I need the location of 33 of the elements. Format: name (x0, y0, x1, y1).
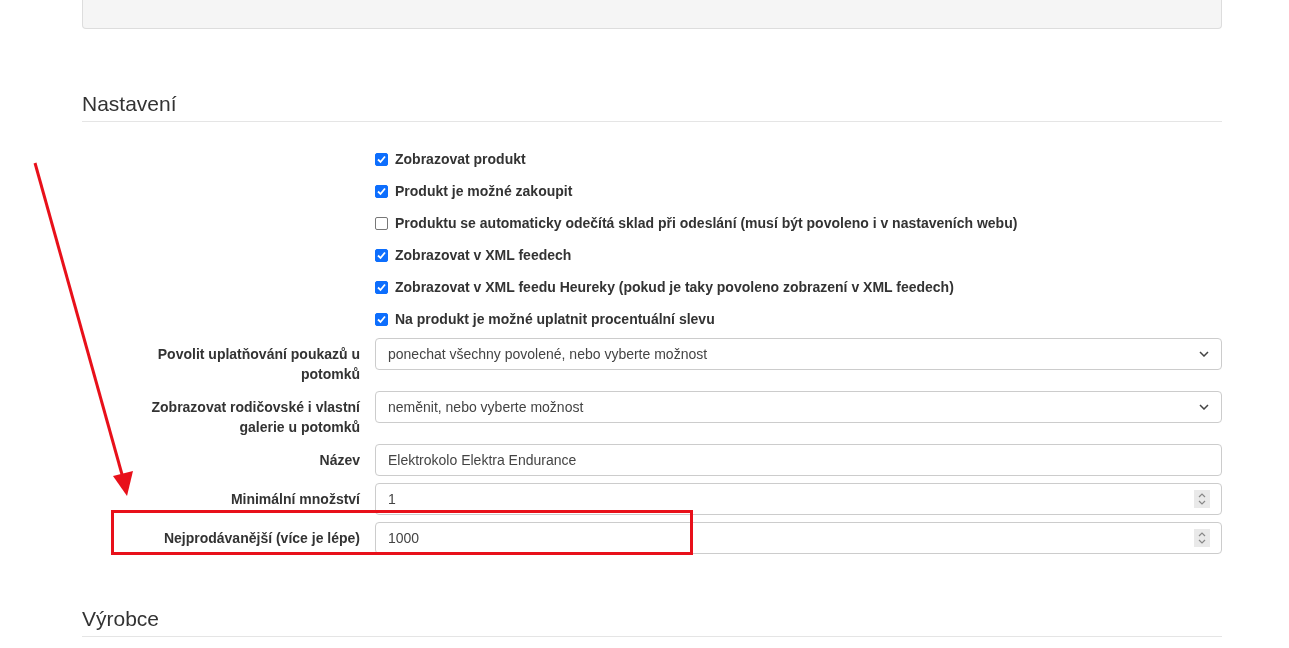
number-field[interactable]: 1 (375, 483, 1222, 515)
field-value: 1000 (388, 530, 420, 546)
field-value: neměnit, nebo vyberte možnost (388, 399, 584, 415)
checkbox-label[interactable]: Produktu se automaticky odečítá sklad při odeslání (musí být povoleno i v nastaveních webu) (395, 215, 1018, 231)
field-value: 1 (388, 491, 396, 507)
select-field[interactable]: neměnit, nebo vyberte možnost (375, 391, 1222, 423)
checkbox[interactable] (375, 248, 388, 262)
checkbox-label[interactable]: Zobrazovat v XML feedech (395, 247, 572, 263)
checkbox-label[interactable]: Produkt je možné zakoupit (395, 183, 573, 199)
section-heading: Nastavení (82, 91, 1222, 122)
checkbox[interactable] (375, 280, 388, 294)
checkbox[interactable] (375, 184, 388, 198)
checkbox-label[interactable]: Zobrazovat v XML feedu Heureky (pokud je taky povoleno zobrazení v XML feedech) (395, 279, 954, 295)
checkbox-label[interactable]: Na produkt je možné uplatnit procentuální slevu (395, 311, 715, 327)
spinner-icon[interactable] (1194, 529, 1210, 547)
field-label: Povolit uplatňování poukazů u potomků (156, 345, 360, 384)
input-field[interactable]: Elektrokolo Elektra Endurance (375, 444, 1222, 476)
number-field[interactable]: 1000 (375, 522, 1222, 554)
spinner-icon[interactable] (1194, 490, 1210, 508)
field-label: Minimální množství (229, 490, 360, 509)
field-label: Nejprodávanější (více je lépe) (162, 529, 360, 548)
field-value: ponechat všechny povolené, nebo vyberte možnost (388, 346, 708, 362)
chevron-down-icon (1199, 404, 1209, 410)
checkbox-label[interactable]: Zobrazovat produkt (395, 151, 526, 167)
select-field[interactable]: ponechat všechny povolené, nebo vyberte možnost (375, 338, 1222, 370)
field-value: Elektrokolo Elektra Endurance (388, 452, 577, 468)
checkbox[interactable] (375, 152, 388, 166)
checkbox[interactable] (375, 216, 388, 230)
checkbox[interactable] (375, 312, 388, 326)
section-heading: Výrobce (82, 606, 1222, 637)
field-label: Název (318, 451, 360, 470)
chevron-down-icon (1199, 351, 1209, 357)
field-label: Zobrazovat rodičovské i vlastní galerie u potomků (150, 398, 360, 437)
